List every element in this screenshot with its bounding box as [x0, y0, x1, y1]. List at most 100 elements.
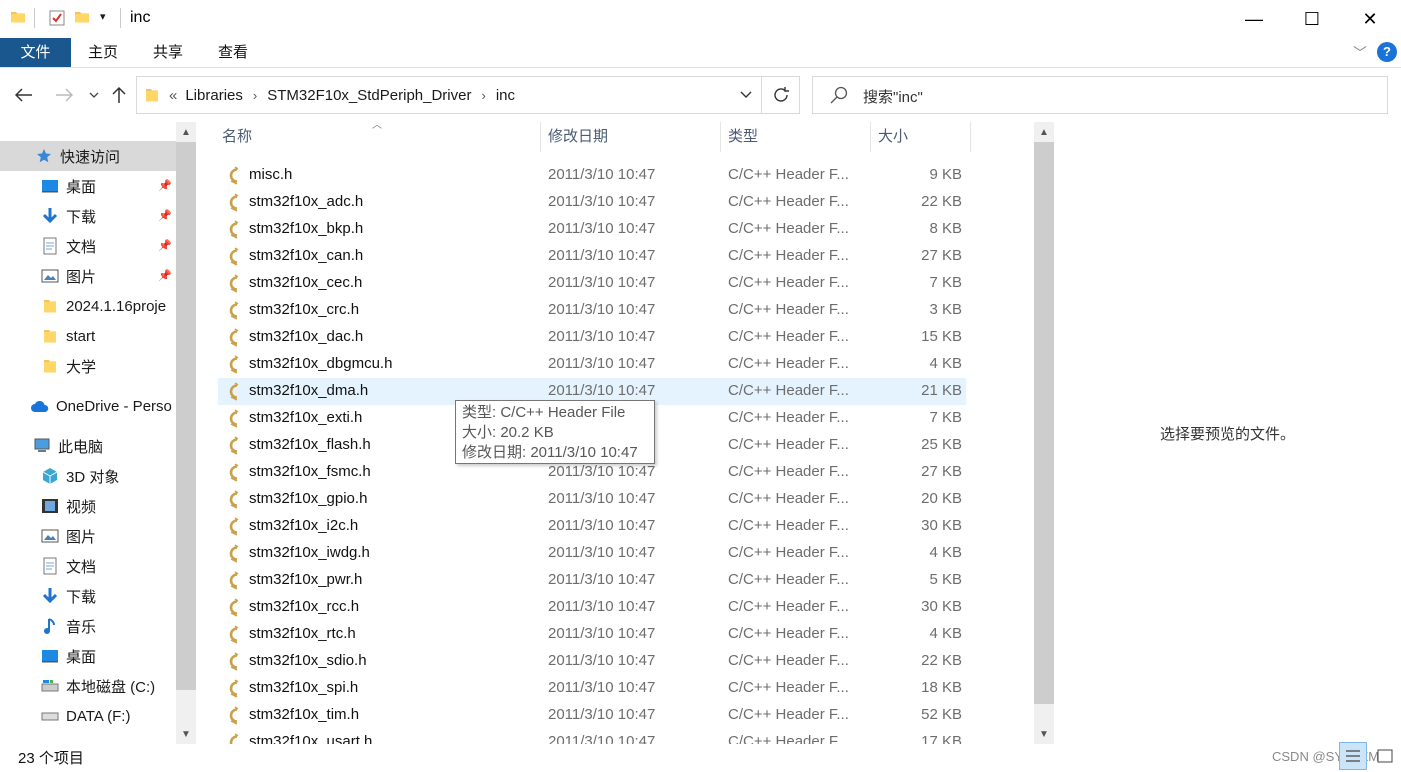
file-date: 2011/3/10 10:47 — [548, 598, 656, 615]
file-row[interactable]: misc.h 2011/3/10 10:47 C/C++ Header F... 9 … — [218, 162, 966, 189]
file-type: C/C++ Header F... — [728, 544, 849, 561]
nav-pc-video[interactable]: 视频 — [0, 491, 176, 521]
nav-quick-access[interactable]: 快速访问 — [0, 141, 176, 171]
file-row[interactable]: stm32f10x_i2c.h 2011/3/10 10:47 C/C++ Head… — [218, 513, 966, 540]
properties-icon[interactable] — [48, 9, 66, 27]
c-header-file-icon — [226, 355, 242, 374]
nav-item-start[interactable]: start — [0, 321, 176, 351]
nav-this-pc[interactable]: 此电脑 — [0, 431, 176, 461]
pin-icon[interactable]: 📌 — [158, 179, 172, 192]
up-button[interactable] — [107, 84, 131, 106]
minimize-button[interactable]: — — [1224, 0, 1284, 38]
expand-ribbon-icon[interactable]: ﹀ — [1353, 43, 1367, 63]
nav-pc-documents[interactable]: 文档 — [0, 551, 176, 581]
scroll-up-icon[interactable]: ▲ — [1034, 122, 1054, 142]
column-header-type[interactable]: 类型 — [728, 122, 758, 152]
file-size: 22 KB — [921, 193, 962, 210]
search-box[interactable]: 搜索"inc" — [812, 76, 1388, 114]
tab-file[interactable]: 文件 — [0, 38, 71, 67]
nav-pc-downloads[interactable]: 下载 — [0, 581, 176, 611]
chevron-right-icon[interactable]: › — [253, 88, 257, 103]
new-folder-icon[interactable] — [74, 9, 90, 25]
nav-scroll-thumb[interactable] — [176, 142, 196, 690]
tab-home[interactable]: 主页 — [78, 38, 128, 67]
c-header-file-icon — [226, 733, 242, 744]
file-size: 21 KB — [921, 382, 962, 399]
column-header-size[interactable]: 大小 — [878, 122, 908, 152]
file-row[interactable]: stm32f10x_cec.h 2011/3/10 10:47 C/C++ Head… — [218, 270, 966, 297]
nav-label: 文档 — [66, 558, 97, 576]
file-row[interactable]: stm32f10x_rtc.h 2011/3/10 10:47 C/C++ Head… — [218, 621, 966, 648]
file-row[interactable]: stm32f10x_crc.h 2011/3/10 10:47 C/C++ Head… — [218, 297, 966, 324]
nav-item-downloads[interactable]: 下载 📌 — [0, 201, 176, 231]
overflow-chevron[interactable]: « — [169, 87, 177, 104]
file-row[interactable]: stm32f10x_gpio.h 2011/3/10 10:47 C/C++ Hea… — [218, 486, 966, 513]
address-bar[interactable]: « Libraries › STM32F10x_StdPeriph_Driver… — [136, 76, 800, 114]
column-header-name[interactable]: 名称 — [222, 122, 252, 152]
nav-pc-desktop[interactable]: 桌面 — [0, 641, 176, 671]
file-row[interactable]: stm32f10x_can.h 2011/3/10 10:47 C/C++ Head… — [218, 243, 966, 270]
column-divider[interactable] — [720, 122, 721, 152]
file-row[interactable]: stm32f10x_adc.h 2011/3/10 10:47 C/C++ Head… — [218, 189, 966, 216]
scroll-down-icon[interactable]: ▼ — [1034, 724, 1054, 744]
file-row[interactable]: stm32f10x_rcc.h 2011/3/10 10:47 C/C++ Head… — [218, 594, 966, 621]
nav-item-documents[interactable]: 文档 📌 — [0, 231, 176, 261]
file-row[interactable]: stm32f10x_iwdg.h 2011/3/10 10:47 C/C++ Hea… — [218, 540, 966, 567]
nav-onedrive[interactable]: OneDrive - Perso — [0, 391, 176, 421]
nav-item-university[interactable]: 大学 — [0, 351, 176, 381]
file-row[interactable]: stm32f10x_tim.h 2011/3/10 10:47 C/C++ Head… — [218, 702, 966, 729]
back-button[interactable] — [12, 84, 36, 106]
nav-pc-drive-f[interactable]: DATA (F:) — [0, 701, 176, 731]
file-list-scrollbar[interactable]: ▲ ▼ — [1034, 122, 1054, 744]
file-row[interactable]: stm32f10x_dac.h 2011/3/10 10:47 C/C++ Head… — [218, 324, 966, 351]
file-type: C/C++ Header F... — [728, 328, 849, 345]
nav-pc-drive-c[interactable]: 本地磁盘 (C:) — [0, 671, 176, 701]
file-name: stm32f10x_bkp.h — [249, 220, 364, 237]
nav-label: DATA (F:) — [66, 707, 131, 725]
nav-item-desktop[interactable]: 桌面 📌 — [0, 171, 176, 201]
chevron-right-icon[interactable]: › — [481, 88, 485, 103]
pin-icon[interactable]: 📌 — [158, 269, 172, 282]
column-divider[interactable] — [970, 122, 971, 152]
nav-pc-music[interactable]: 音乐 — [0, 611, 176, 641]
pin-icon[interactable]: 📌 — [158, 209, 172, 222]
file-list-scroll-thumb[interactable] — [1034, 142, 1054, 704]
maximize-button[interactable]: ☐ — [1282, 0, 1342, 38]
nav-item-pictures[interactable]: 图片 📌 — [0, 261, 176, 291]
file-row[interactable]: stm32f10x_dbgmcu.h 2011/3/10 10:47 C/C++ H… — [218, 351, 966, 378]
tab-view[interactable]: 查看 — [208, 38, 258, 67]
breadcrumb-inc[interactable]: inc — [496, 87, 515, 104]
nav-item-project[interactable]: 2024.1.16proje — [0, 291, 176, 321]
details-view-button[interactable] — [1339, 742, 1367, 770]
refresh-icon[interactable] — [761, 77, 800, 113]
recent-locations-button[interactable] — [82, 84, 106, 106]
close-button[interactable]: ✕ — [1340, 0, 1400, 38]
download-icon — [40, 207, 60, 225]
file-row[interactable]: stm32f10x_usart.h 2011/3/10 10:47 C/C++ He… — [218, 729, 966, 744]
breadcrumb-libraries[interactable]: Libraries — [185, 87, 243, 104]
pin-icon[interactable]: 📌 — [158, 239, 172, 252]
breadcrumb-driver[interactable]: STM32F10x_StdPeriph_Driver — [267, 87, 471, 104]
nav-pc-pictures[interactable]: 图片 — [0, 521, 176, 551]
file-row[interactable]: stm32f10x_pwr.h 2011/3/10 10:47 C/C++ Head… — [218, 567, 966, 594]
file-size: 25 KB — [921, 436, 962, 453]
scroll-down-icon[interactable]: ▼ — [176, 724, 196, 744]
forward-button[interactable] — [52, 84, 76, 106]
nav-pc-3d[interactable]: 3D 对象 — [0, 461, 176, 491]
file-row[interactable]: stm32f10x_spi.h 2011/3/10 10:47 C/C++ Head… — [218, 675, 966, 702]
column-divider[interactable] — [540, 122, 541, 152]
nav-label: start — [66, 327, 96, 345]
help-icon[interactable]: ? — [1377, 42, 1397, 62]
customize-toolbar-icon[interactable]: ▾ — [100, 10, 106, 23]
file-row[interactable]: stm32f10x_bkp.h 2011/3/10 10:47 C/C++ Head… — [218, 216, 966, 243]
nav-scrollbar[interactable]: ▲ ▼ — [176, 122, 196, 744]
tab-share[interactable]: 共享 — [143, 38, 193, 67]
large-icons-view-button[interactable] — [1371, 742, 1399, 770]
file-row[interactable]: stm32f10x_sdio.h 2011/3/10 10:47 C/C++ Hea… — [218, 648, 966, 675]
scroll-up-icon[interactable]: ▲ — [176, 122, 196, 142]
column-header-date[interactable]: 修改日期 — [548, 122, 608, 152]
c-header-file-icon — [226, 193, 242, 212]
address-dropdown-icon[interactable] — [731, 77, 761, 113]
column-divider[interactable] — [870, 122, 871, 152]
document-icon — [40, 557, 60, 575]
